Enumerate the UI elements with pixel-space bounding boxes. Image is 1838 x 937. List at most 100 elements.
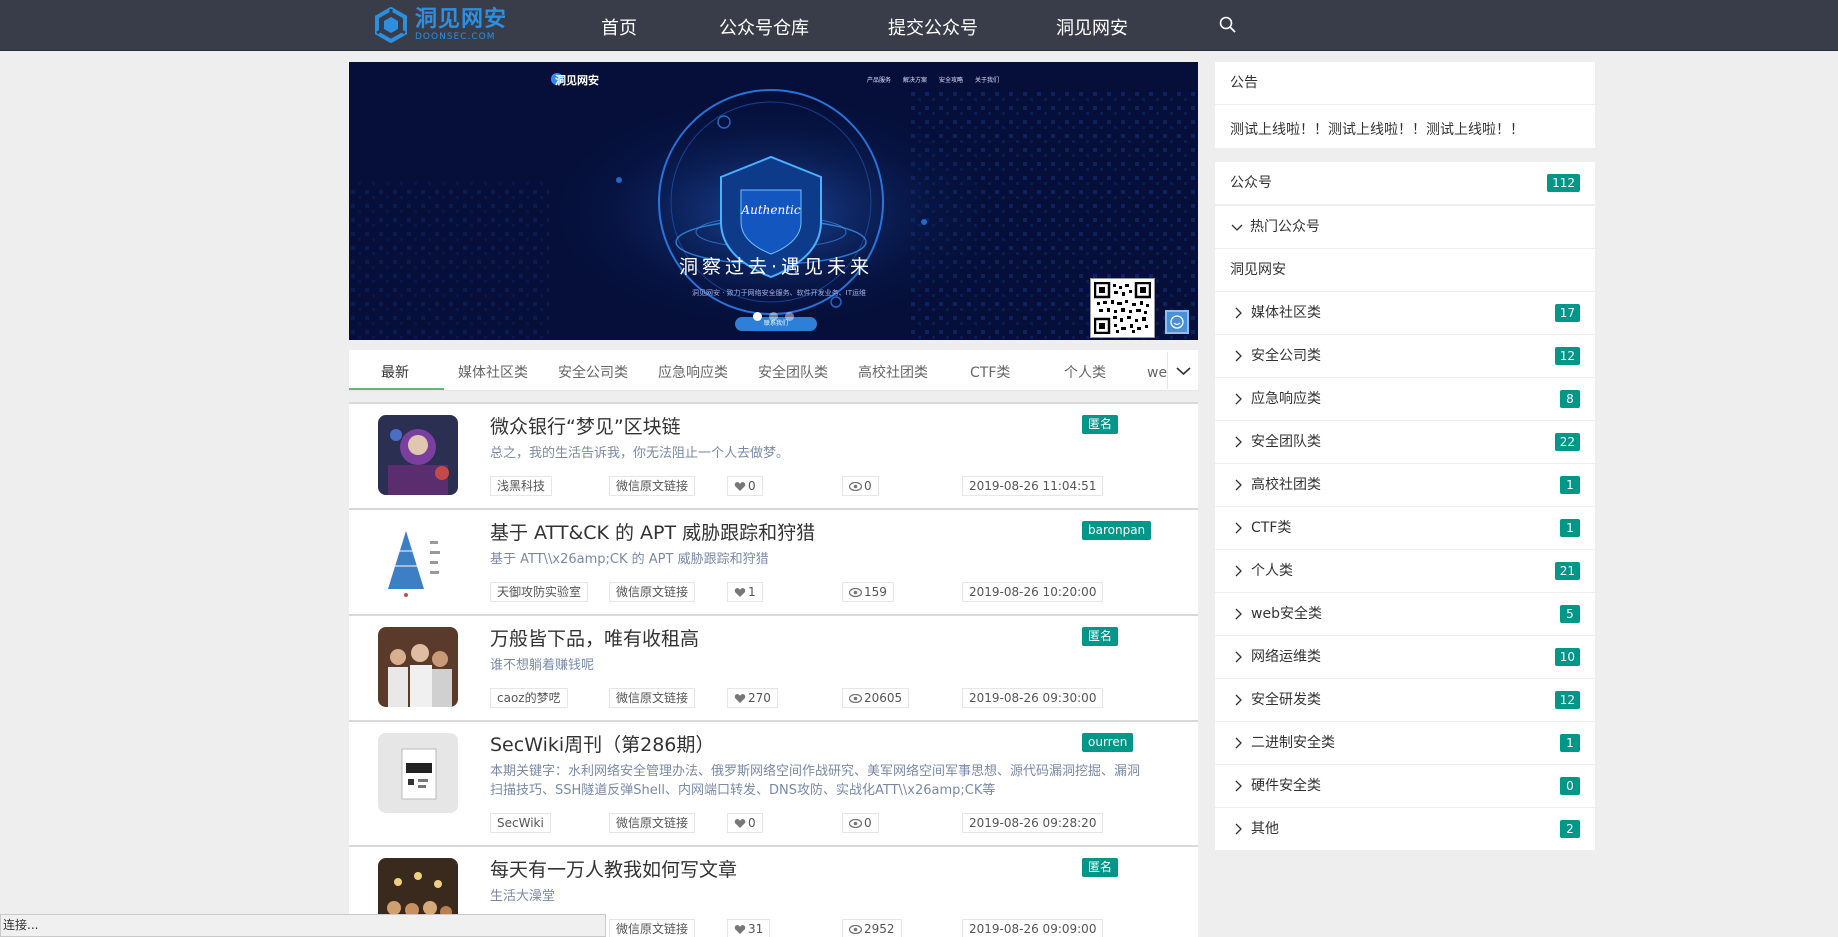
category-label: 安全研发类 xyxy=(1251,692,1321,708)
category-item-binary-security[interactable]: 二进制安全类 1 xyxy=(1215,722,1595,765)
category-item-security-company[interactable]: 安全公司类 12 xyxy=(1215,335,1595,378)
article-summary: 总之，我的生活告诉我，你无法阻止一个人去做梦。 xyxy=(490,446,790,461)
article-card: 万般皆下品，唯有收租高 谁不想躺着赚钱呢 匿名 caoz的梦呓 微信原文链接 2… xyxy=(349,614,1198,720)
carousel-dot-1[interactable] xyxy=(753,312,762,321)
category-count-badge: 8 xyxy=(1560,390,1580,408)
top-nav-bar: 洞见网安 DOONSEC.COM 首页 公众号仓库 提交公众号 洞见网安 xyxy=(0,0,1838,51)
wechat-link[interactable]: 微信原文链接 xyxy=(609,813,696,833)
view-value: 2952 xyxy=(864,922,895,936)
category-item-network-ops[interactable]: 网络运维类 10 xyxy=(1215,636,1595,679)
chevron-down-icon xyxy=(1231,224,1243,231)
hot-account-item[interactable]: 洞见网安 xyxy=(1215,249,1595,292)
tab-emergency-response[interactable]: 应急响应类 xyxy=(658,362,728,382)
banner-menu-item[interactable]: 产品服务 xyxy=(867,75,891,84)
eye-icon xyxy=(849,818,862,828)
chat-icon[interactable] xyxy=(1165,310,1189,334)
article-title[interactable]: 微众银行“梦见”区块链 xyxy=(490,412,681,439)
tabs-more-button[interactable] xyxy=(1167,352,1198,389)
article-thumbnail[interactable] xyxy=(378,733,458,813)
chevron-right-icon xyxy=(1235,522,1242,534)
category-item-hardware-security[interactable]: 硬件安全类 0 xyxy=(1215,765,1595,808)
chevron-right-icon xyxy=(1235,479,1242,491)
wechat-link[interactable]: 微信原文链接 xyxy=(609,919,696,937)
view-count: 20605 xyxy=(842,688,910,708)
site-logo[interactable]: 洞见网安 DOONSEC.COM xyxy=(373,6,507,44)
category-count-badge: 12 xyxy=(1554,691,1580,709)
view-value: 159 xyxy=(864,585,887,599)
article-card: 微众银行“梦见”区块链 总之，我的生活告诉我，你无法阻止一个人去做梦。 匿名 浅… xyxy=(349,402,1198,508)
hot-accounts-toggle[interactable]: 热门公众号 xyxy=(1215,206,1595,249)
view-count: 0 xyxy=(842,813,879,833)
article-title[interactable]: SecWiki周刊（第286期） xyxy=(490,730,714,757)
eye-icon xyxy=(849,693,862,703)
category-count-badge: 0 xyxy=(1560,777,1580,795)
category-item-security-rnd[interactable]: 安全研发类 12 xyxy=(1215,679,1595,722)
like-count: 0 xyxy=(727,476,763,496)
chevron-right-icon xyxy=(1235,823,1242,835)
category-label: 安全团队类 xyxy=(1251,434,1321,450)
search-icon[interactable] xyxy=(1218,15,1238,35)
tab-university-club[interactable]: 高校社团类 xyxy=(858,362,928,382)
view-value: 20605 xyxy=(864,691,903,705)
category-item-other[interactable]: 其他 2 xyxy=(1215,808,1595,851)
category-count-badge: 1 xyxy=(1560,519,1580,537)
article-thumbnail[interactable] xyxy=(378,415,458,495)
tab-personal[interactable]: 个人类 xyxy=(1064,362,1106,382)
nav-doonsec[interactable]: 洞见网安 xyxy=(1056,14,1128,40)
logo-title: 洞见网安 xyxy=(415,6,508,32)
source-tag[interactable]: 天御攻防实验室 xyxy=(490,582,589,602)
like-value: 270 xyxy=(748,691,771,705)
category-item-ctf[interactable]: CTF类 1 xyxy=(1215,507,1595,550)
nav-account-repository[interactable]: 公众号仓库 xyxy=(719,14,809,40)
article-title[interactable]: 基于 ATT&CK 的 APT 威胁跟踪和狩猎 xyxy=(490,518,815,545)
category-label: 应急响应类 xyxy=(1251,391,1321,407)
article-title[interactable]: 万般皆下品，唯有收租高 xyxy=(490,624,699,651)
tab-security-team[interactable]: 安全团队类 xyxy=(758,362,828,382)
category-label: 网络运维类 xyxy=(1251,649,1321,665)
carousel-dot-2[interactable] xyxy=(769,312,778,321)
like-count: 0 xyxy=(727,813,763,833)
chevron-right-icon xyxy=(1235,565,1242,577)
banner-menu-item[interactable]: 安全攻略 xyxy=(939,75,963,84)
publish-date: 2019-08-26 09:09:00 xyxy=(962,919,1104,937)
notice-card: 公告 测试上线啦！！测试上线啦！！测试上线啦！！ xyxy=(1215,62,1595,148)
category-item-web-security[interactable]: web安全类 5 xyxy=(1215,593,1595,636)
like-count: 270 xyxy=(727,688,778,708)
publish-date: 2019-08-26 09:30:00 xyxy=(962,688,1104,708)
source-tag[interactable]: caoz的梦呓 xyxy=(490,688,568,708)
tab-media-community[interactable]: 媒体社区类 xyxy=(458,362,528,382)
active-tab-indicator xyxy=(349,388,444,390)
wechat-link[interactable]: 微信原文链接 xyxy=(609,476,696,496)
source-tag[interactable]: SecWiki xyxy=(490,813,551,833)
article-thumbnail[interactable] xyxy=(378,627,458,707)
tab-latest[interactable]: 最新 xyxy=(381,362,409,382)
qr-code xyxy=(1090,278,1155,338)
banner-menu-item[interactable]: 关于我们 xyxy=(975,75,999,84)
category-count-badge: 21 xyxy=(1554,562,1580,580)
nav-submit-account[interactable]: 提交公众号 xyxy=(888,14,978,40)
tab-security-company[interactable]: 安全公司类 xyxy=(558,362,628,382)
article-title[interactable]: 每天有一万人教我如何写文章 xyxy=(490,855,737,882)
tab-ctf[interactable]: CTF类 xyxy=(970,362,1010,382)
carousel-dot-3[interactable] xyxy=(785,312,794,321)
category-label: CTF类 xyxy=(1251,520,1292,536)
category-count-badge: 1 xyxy=(1560,734,1580,752)
banner-menu-item[interactable]: 解决方案 xyxy=(903,75,927,84)
banner-artwork: Authentic xyxy=(349,62,1198,340)
category-item-university-club[interactable]: 高校社团类 1 xyxy=(1215,464,1595,507)
category-item-security-team[interactable]: 安全团队类 22 xyxy=(1215,421,1595,464)
article-thumbnail[interactable] xyxy=(378,521,458,601)
wechat-link[interactable]: 微信原文链接 xyxy=(609,582,696,602)
category-item-emergency-response[interactable]: 应急响应类 8 xyxy=(1215,378,1595,421)
wechat-link[interactable]: 微信原文链接 xyxy=(609,688,696,708)
category-item-personal[interactable]: 个人类 21 xyxy=(1215,550,1595,593)
view-value: 0 xyxy=(864,479,872,493)
category-item-media-community[interactable]: 媒体社区类 17 xyxy=(1215,292,1595,335)
nav-home[interactable]: 首页 xyxy=(601,14,637,40)
category-label: 其他 xyxy=(1251,821,1279,837)
banner-carousel[interactable]: Authentic 洞见网安 产品服务 解决方案 安全攻略 关于我们 洞察过去·… xyxy=(349,62,1198,340)
author-badge: ourren xyxy=(1082,733,1134,752)
heart-icon xyxy=(734,587,746,597)
source-tag[interactable]: 浅黑科技 xyxy=(490,476,553,496)
browser-status-bar: 连接... xyxy=(0,914,606,937)
